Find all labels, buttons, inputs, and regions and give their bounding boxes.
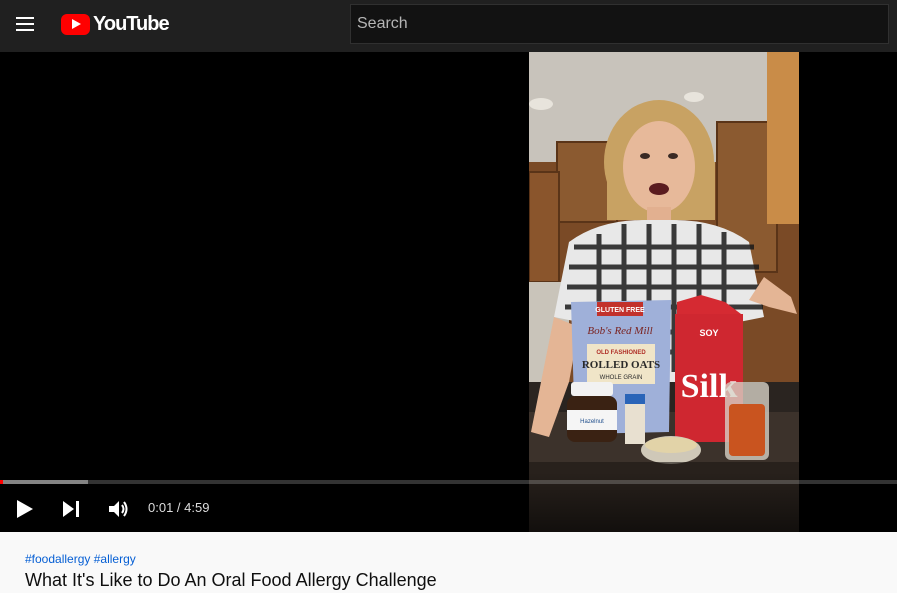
play-button[interactable]	[14, 498, 36, 520]
hashtags: #foodallergy #allergy	[25, 552, 136, 566]
volume-icon	[109, 501, 128, 517]
volume-button[interactable]	[106, 497, 130, 521]
video-frame[interactable]: GLUTEN FREE Bob's Red Mill OLD FASHIONED…	[529, 52, 799, 532]
video-title: What It's Like to Do An Oral Food Allerg…	[25, 570, 437, 590]
bag-top-label: GLUTEN FREE	[595, 307, 645, 314]
youtube-logo[interactable]: YouTube	[61, 12, 170, 36]
play-icon	[17, 500, 33, 518]
video-still-image: GLUTEN FREE Bob's Red Mill OLD FASHIONED…	[529, 52, 799, 532]
masthead: YouTube	[0, 0, 897, 52]
video-info: #foodallergy #allergy What It's Like to …	[0, 532, 897, 593]
logo-text: YouTube	[93, 12, 170, 35]
carton-top-label: SOY	[699, 328, 718, 338]
time-display: 0:01 / 4:59	[148, 500, 210, 515]
progress-played	[0, 480, 3, 484]
hashtag-link[interactable]: #allergy	[94, 552, 136, 566]
hamburger-menu-icon[interactable]	[10, 10, 42, 38]
next-button[interactable]	[60, 498, 82, 520]
jar-label: Hazelnut	[580, 419, 604, 425]
bag-line2-label: ROLLED OATS	[582, 359, 660, 371]
bag-line3-label: WHOLE GRAIN	[600, 375, 643, 381]
search-input[interactable]	[350, 4, 889, 44]
progress-bar[interactable]	[0, 480, 897, 484]
bag-brand-label: Bob's Red Mill	[587, 325, 652, 337]
hashtag-link[interactable]: #foodallergy	[25, 552, 90, 566]
bag-line1-label: OLD FASHIONED	[596, 350, 646, 356]
progress-buffered	[0, 480, 88, 484]
video-player[interactable]: GLUTEN FREE Bob's Red Mill OLD FASHIONED…	[0, 52, 897, 532]
youtube-play-logo-icon	[61, 13, 90, 35]
next-icon	[63, 501, 79, 517]
